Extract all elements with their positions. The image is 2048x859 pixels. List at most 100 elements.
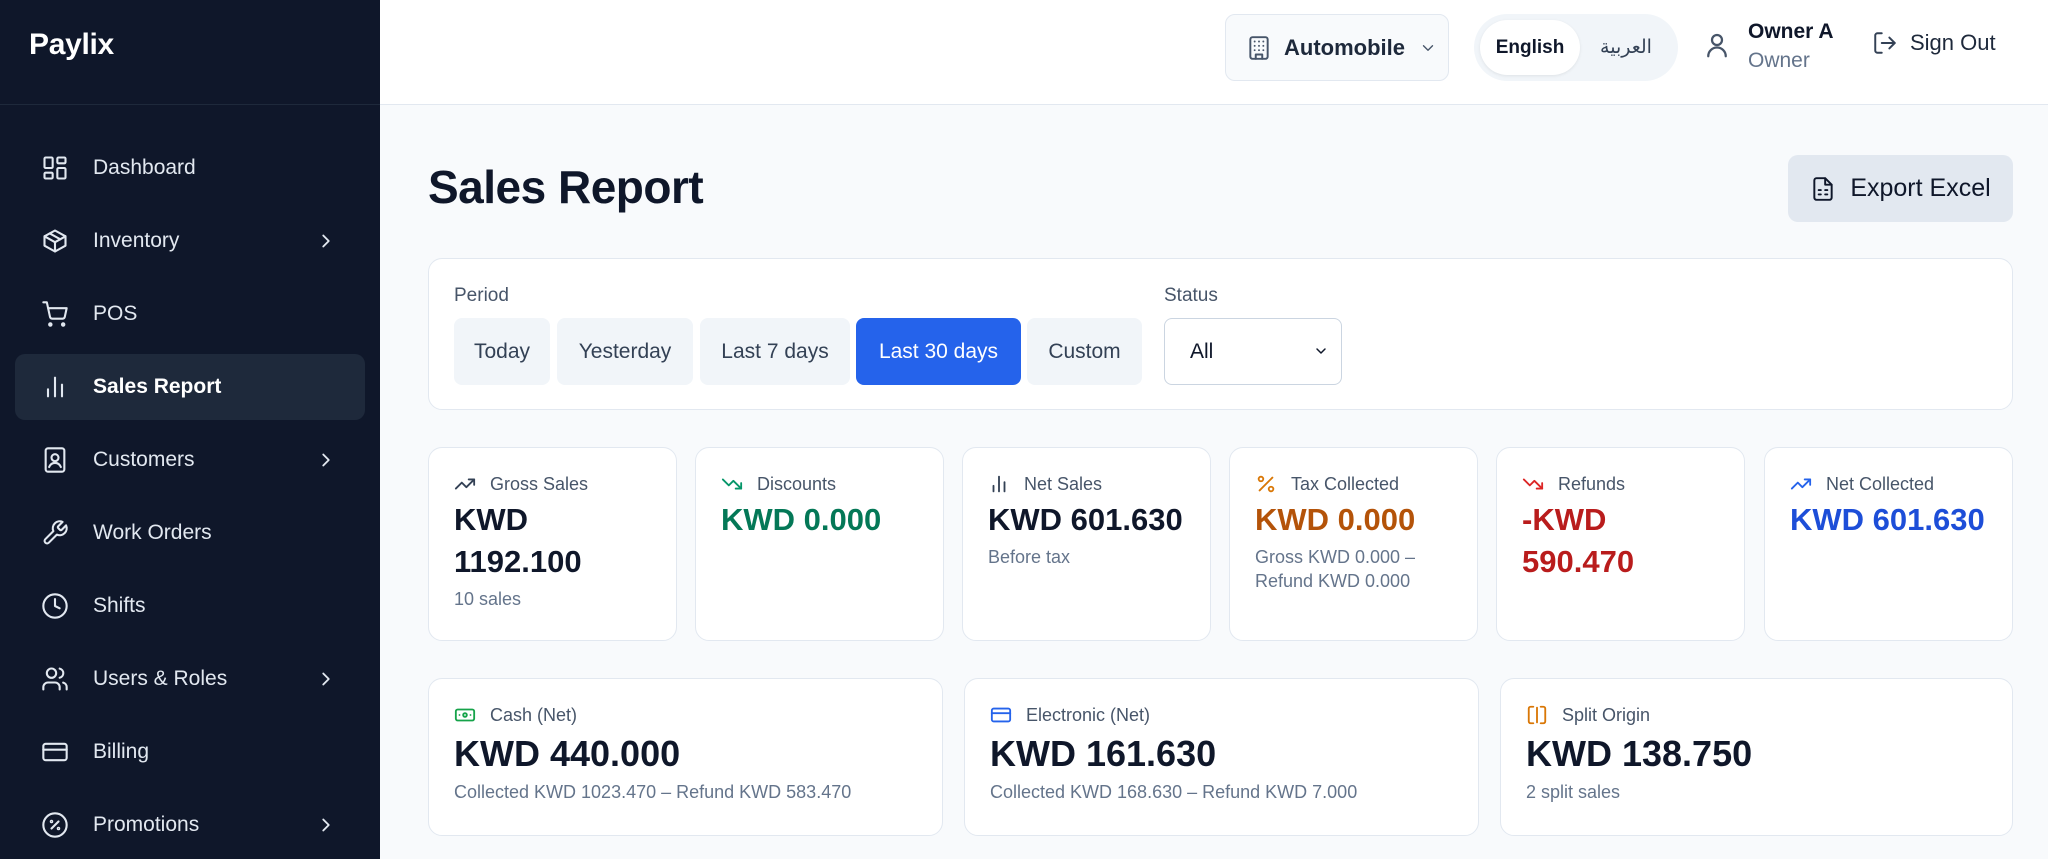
sign-out-label: Sign Out — [1910, 30, 1996, 55]
period-today-button[interactable]: Today — [454, 318, 550, 385]
trending-up-icon — [1790, 478, 1812, 490]
brand-logo[interactable]: Paylix — [0, 0, 380, 105]
sidebar-nav: Dashboard Inventory POS Sales Report Cus… — [0, 105, 380, 858]
metric-label: Net Collected — [1826, 473, 1935, 494]
sidebar-item-users-roles[interactable]: Users & Roles — [15, 646, 365, 712]
sidebar-item-label: POS — [93, 302, 138, 325]
export-excel-button[interactable]: Export Excel — [1788, 155, 2013, 222]
badge-percent-icon — [40, 810, 70, 840]
metric-value: KWD 0.000 — [1255, 502, 1416, 537]
user-name: Owner A — [1748, 20, 1834, 43]
trending-down-icon — [1522, 478, 1544, 490]
sidebar: Paylix Dashboard Inventory POS Sales Rep… — [0, 0, 380, 859]
sidebar-item-pos[interactable]: POS — [15, 281, 365, 347]
split-icon — [1527, 705, 1547, 725]
bar-chart-icon — [40, 372, 70, 402]
sidebar-item-label: Work Orders — [93, 521, 212, 544]
electronic-net-card: Electronic (Net) KWD 161.630 Collected K… — [964, 678, 1479, 836]
trending-down-icon — [721, 478, 743, 490]
gross-sales-card: Gross Sales KWD 1192.100 10 sales — [428, 447, 677, 641]
user-role: Owner — [1748, 49, 1810, 72]
language-arabic[interactable]: العربية — [1580, 20, 1672, 75]
tax-collected-card: Tax Collected KWD 0.000 Gross KWD 0.000 … — [1229, 447, 1478, 641]
metric-value: KWD 138.750 — [1526, 733, 1753, 774]
period-last-7-days-button[interactable]: Last 7 days — [700, 318, 850, 385]
log-out-icon — [1874, 32, 1896, 54]
branch-selector[interactable]: Automobile — [1225, 14, 1449, 81]
wrench-icon — [40, 518, 70, 548]
sidebar-item-label: Inventory — [93, 229, 180, 252]
metric-label: Net Sales — [1024, 473, 1103, 494]
sidebar-item-sales-report[interactable]: Sales Report — [15, 354, 365, 420]
page-title: Sales Report — [428, 161, 704, 213]
filters-panel: Period Today Yesterday Last 7 days Last … — [428, 258, 2013, 410]
language-toggle: English العربية — [1474, 14, 1678, 81]
users-icon — [40, 664, 70, 694]
clock-icon — [40, 591, 70, 621]
discounts-card: Discounts KWD 0.000 — [695, 447, 944, 641]
status-label: Status — [1164, 285, 1218, 306]
metric-subtext: 2 split sales — [1526, 782, 1621, 802]
sidebar-item-label: Shifts — [93, 594, 146, 617]
chevron-down-icon — [1316, 348, 1326, 354]
sidebar-item-inventory[interactable]: Inventory — [15, 208, 365, 274]
trending-up-icon — [454, 478, 476, 490]
period-yesterday-button[interactable]: Yesterday — [557, 318, 693, 385]
sidebar-item-label: Users & Roles — [93, 667, 228, 690]
period-last-30-days-button[interactable]: Last 30 days — [856, 318, 1021, 385]
metric-subtext: 10 sales — [454, 589, 522, 609]
metric-label: Tax Collected — [1291, 473, 1400, 494]
bar-chart-icon — [992, 475, 1006, 493]
net-sales-card: Net Sales KWD 601.630 Before tax — [962, 447, 1211, 641]
sidebar-item-promotions[interactable]: Promotions — [15, 792, 365, 858]
split-origin-card: Split Origin KWD 138.750 2 split sales — [1500, 678, 2013, 836]
metric-value: KWD 440.000 — [454, 733, 681, 774]
percent-icon — [1257, 475, 1275, 493]
sidebar-item-label: Customers — [93, 448, 195, 471]
topbar: Automobile English العربية Owner A Owner… — [380, 0, 2048, 105]
sidebar-item-shifts[interactable]: Shifts — [15, 573, 365, 639]
banknote-icon — [454, 708, 476, 722]
cart-icon — [40, 299, 70, 329]
status-select[interactable]: All — [1164, 318, 1342, 385]
refunds-card: Refunds -KWD 590.470 — [1496, 447, 1745, 641]
metric-value: KWD 1192.100 — [454, 502, 582, 579]
metric-label: Electronic (Net) — [1026, 704, 1151, 725]
sidebar-item-work-orders[interactable]: Work Orders — [15, 500, 365, 566]
period-custom-button[interactable]: Custom — [1027, 318, 1142, 385]
metric-label: Gross Sales — [490, 473, 589, 494]
sidebar-item-label: Promotions — [93, 813, 200, 836]
chevron-right-icon — [315, 668, 337, 690]
metric-value: KWD 601.630 — [1790, 502, 1985, 537]
building-icon — [1249, 35, 1269, 60]
credit-card-icon — [40, 737, 70, 767]
package-icon — [40, 226, 70, 256]
sidebar-item-label: Sales Report — [93, 375, 222, 398]
metric-label: Discounts — [757, 473, 837, 494]
sidebar-item-dashboard[interactable]: Dashboard — [15, 135, 365, 201]
sign-out-button[interactable]: Sign Out — [1872, 30, 1996, 56]
user-menu[interactable]: Owner A Owner — [1702, 18, 1834, 76]
metric-subtext: Before tax — [988, 547, 1071, 567]
sidebar-item-label: Billing — [93, 740, 150, 763]
file-spreadsheet-icon — [1813, 176, 1833, 201]
metric-label: Cash (Net) — [490, 704, 578, 725]
language-english[interactable]: English — [1480, 20, 1580, 75]
metric-value: KWD 0.000 — [721, 502, 882, 537]
sidebar-item-customers[interactable]: Customers — [15, 427, 365, 493]
contact-icon — [40, 445, 70, 475]
chevron-down-icon — [1422, 44, 1434, 51]
metric-label: Split Origin — [1562, 704, 1651, 725]
metric-value: -KWD 590.470 — [1522, 502, 1635, 579]
cash-net-card: Cash (Net) KWD 440.000 Collected KWD 102… — [428, 678, 943, 836]
net-collected-card: Net Collected KWD 601.630 — [1764, 447, 2013, 641]
metric-label: Refunds — [1558, 473, 1626, 494]
sidebar-item-label: Dashboard — [93, 156, 196, 179]
metric-subtext: Collected KWD 168.630 – Refund KWD 7.000 — [990, 782, 1358, 802]
branch-name: Automobile — [1284, 34, 1405, 60]
chevron-right-icon — [315, 449, 337, 471]
metric-value: KWD 161.630 — [990, 733, 1217, 774]
metric-value: KWD 601.630 — [988, 502, 1183, 537]
sidebar-item-billing[interactable]: Billing — [15, 719, 365, 785]
credit-card-icon — [990, 707, 1012, 723]
